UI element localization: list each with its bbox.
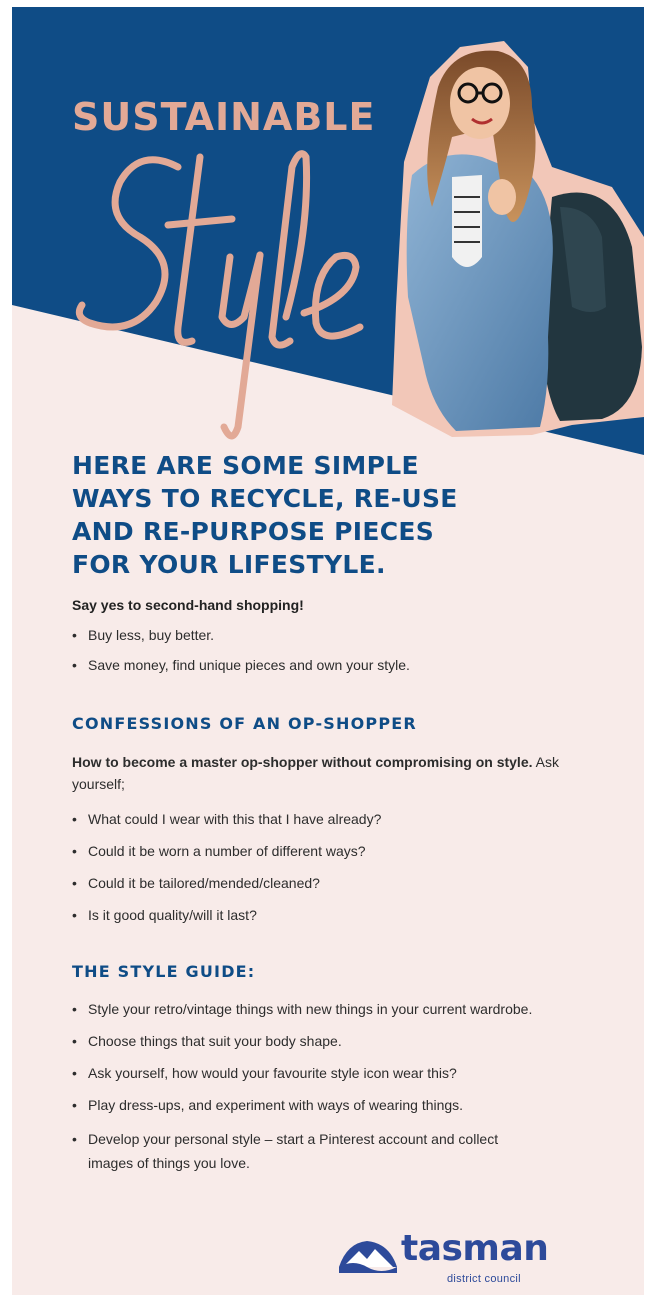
list-item: Play dress-ups, and experiment with ways…: [72, 1095, 542, 1115]
list-item: Could it be tailored/mended/cleaned?: [72, 873, 562, 893]
list-item: Ask yourself, how would your favourite s…: [72, 1063, 542, 1083]
script-style-lettering: [75, 150, 364, 440]
list-item: What could I wear with this that I have …: [72, 809, 562, 829]
confessions-lead: How to become a master op-shopper withou…: [72, 751, 562, 795]
style-guide-heading: THE STYLE GUIDE:: [72, 962, 256, 981]
confessions-list: What could I wear with this that I have …: [72, 809, 562, 925]
list-item: Develop your personal style – start a Pi…: [72, 1127, 542, 1175]
list-item: Is it good quality/will it last?: [72, 905, 562, 925]
flyer-page: SUSTAINABLE HERE ARE SOME SIMPLE WAYS TO…: [12, 7, 644, 1295]
tasman-logo: tasman district council: [337, 1229, 557, 1291]
logo-subtitle: district council: [447, 1273, 521, 1285]
list-item: Buy less, buy better.: [72, 625, 552, 645]
mountain-logo-icon: [339, 1241, 397, 1273]
list-item: Choose things that suit your body shape.: [72, 1031, 542, 1051]
list-item: Could it be worn a number of different w…: [72, 841, 562, 861]
intro-lead: Say yes to second-hand shopping!: [72, 597, 304, 613]
intro-section: Say yes to second-hand shopping! Buy les…: [72, 597, 552, 675]
style-guide-section: THE STYLE GUIDE: Style your retro/vintag…: [72, 962, 542, 1175]
hero-banner: SUSTAINABLE: [12, 7, 644, 467]
confessions-section: CONFESSIONS OF AN OP-SHOPPER How to beco…: [72, 714, 562, 925]
logo-wordmark: tasman: [401, 1228, 549, 1269]
list-item: Save money, find unique pieces and own y…: [72, 655, 552, 675]
intro-list: Buy less, buy better. Save money, find u…: [72, 625, 552, 675]
headline: HERE ARE SOME SIMPLE WAYS TO RECYCLE, RE…: [72, 451, 458, 579]
style-guide-list: Style your retro/vintage things with new…: [72, 997, 542, 1175]
list-item: Style your retro/vintage things with new…: [72, 997, 542, 1021]
confessions-heading: CONFESSIONS OF AN OP-SHOPPER: [72, 714, 417, 733]
confessions-lead-bold: How to become a master op-shopper withou…: [72, 754, 533, 770]
